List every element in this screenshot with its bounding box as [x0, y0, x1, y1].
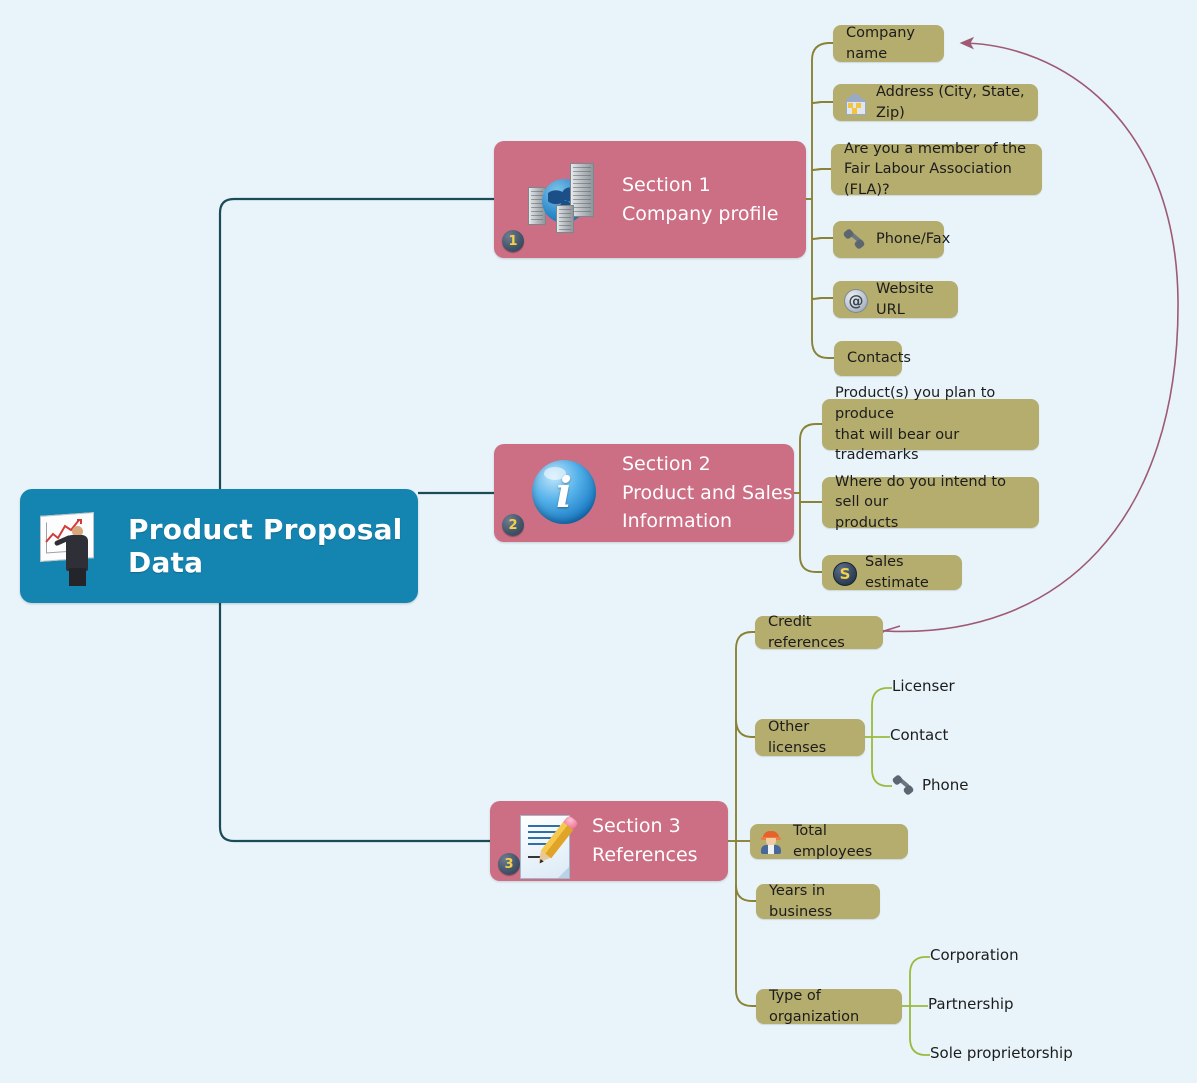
leaf-label: Where do you intend to sell our products	[835, 473, 1006, 531]
house-icon	[843, 91, 867, 115]
leaf-sales-estimate[interactable]: S Sales estimate	[822, 553, 962, 591]
leaf-company-name[interactable]: Company name	[833, 25, 944, 62]
central-node[interactable]: Product Proposal Data	[20, 489, 418, 603]
subitem-contact[interactable]: Contact	[890, 726, 948, 744]
leaf-label: Website URL	[876, 280, 934, 318]
section-badge-2: 2	[502, 514, 524, 536]
subitem-corporation[interactable]: Corporation	[930, 946, 1019, 964]
subitem-label: Sole proprietorship	[930, 1044, 1073, 1062]
subitem-label: Partnership	[928, 995, 1014, 1013]
dollar-icon: S	[832, 561, 857, 586]
relation-arrow	[883, 36, 1179, 633]
leaf-website-url[interactable]: @ Website URL	[833, 281, 958, 318]
leaf-label: Phone/Fax	[876, 231, 951, 248]
mindmap-canvas: Product Proposal Data 1 Section 1 Compan…	[0, 0, 1197, 1083]
leaf-label: Type of organization	[769, 987, 860, 1025]
subitem-licenser[interactable]: Licenser	[892, 677, 955, 695]
other-licenses-subbranches	[864, 687, 892, 787]
leaf-label: Are you a member of the Fair Labour Asso…	[844, 140, 1027, 198]
leaf-label: Product(s) you plan to produce that will…	[835, 385, 996, 464]
type-org-subbranches	[902, 956, 930, 1056]
leaf-contacts[interactable]: Contacts	[834, 341, 911, 376]
telephone-icon	[842, 227, 867, 252]
section-label-2: Section 2 Product and Sales Information	[622, 452, 793, 533]
leaf-credit-references[interactable]: Credit references	[755, 614, 883, 651]
leaf-years-in-business[interactable]: Years in business	[756, 882, 880, 920]
section-node-1[interactable]: 1 Section 1 Company profile	[494, 141, 806, 258]
section-node-2[interactable]: 2 Section 2 Product and Sales Informatio…	[494, 444, 794, 542]
section3-branches	[728, 631, 758, 1007]
leaf-products-planned[interactable]: Product(s) you plan to produce that will…	[822, 385, 1039, 463]
leaf-other-licenses[interactable]: Other licenses	[755, 719, 865, 756]
subitem-sole-proprietorship[interactable]: Sole proprietorship	[930, 1044, 1073, 1062]
section-label-3: Section 3 References	[592, 815, 698, 866]
subitem-label: Licenser	[892, 677, 955, 695]
leaf-label: Other licenses	[768, 718, 827, 756]
telephone-icon	[891, 774, 915, 796]
relation-arrow-tail	[870, 625, 901, 641]
at-sign-icon: @	[843, 288, 868, 313]
leaf-fla-membership[interactable]: Are you a member of the Fair Labour Asso…	[831, 141, 1042, 198]
leaf-total-employees[interactable]: Total employees	[750, 822, 908, 860]
subitem-label: Phone	[922, 776, 969, 794]
subitem-label: Contact	[890, 726, 949, 744]
section-badge-1: 1	[502, 230, 524, 252]
leaf-where-sell[interactable]: Where do you intend to sell our products	[822, 474, 1039, 531]
leaf-label: Contacts	[847, 350, 911, 367]
central-node-label: Product Proposal Data	[128, 513, 403, 579]
leaf-label: Total employees	[793, 822, 873, 860]
section2-branches	[794, 423, 822, 573]
leaf-address[interactable]: Address (City, State, Zip)	[833, 84, 1038, 121]
leaf-label: Credit references	[768, 613, 845, 651]
globe-buildings-icon	[522, 157, 608, 243]
leaf-label: Sales estimate	[865, 553, 929, 591]
section-label-1: Section 1 Company profile	[622, 173, 779, 225]
leaf-phone-fax[interactable]: Phone/Fax	[833, 221, 950, 258]
document-pencil-icon	[510, 805, 579, 879]
worker-icon	[760, 830, 784, 854]
section-node-3[interactable]: 3 Section 3 References	[490, 801, 728, 881]
section1-branches	[806, 42, 834, 359]
info-icon	[522, 450, 608, 536]
leaf-label: Company name	[846, 24, 915, 62]
subitem-phone[interactable]: Phone	[891, 774, 969, 796]
leaf-type-of-organization[interactable]: Type of organization	[756, 987, 902, 1025]
leaf-label: Address (City, State, Zip)	[876, 83, 1025, 121]
subitem-label: Corporation	[930, 946, 1019, 964]
subitem-partnership[interactable]: Partnership	[928, 995, 1014, 1013]
presenter-chart-icon	[36, 504, 120, 588]
leaf-label: Years in business	[769, 882, 833, 920]
